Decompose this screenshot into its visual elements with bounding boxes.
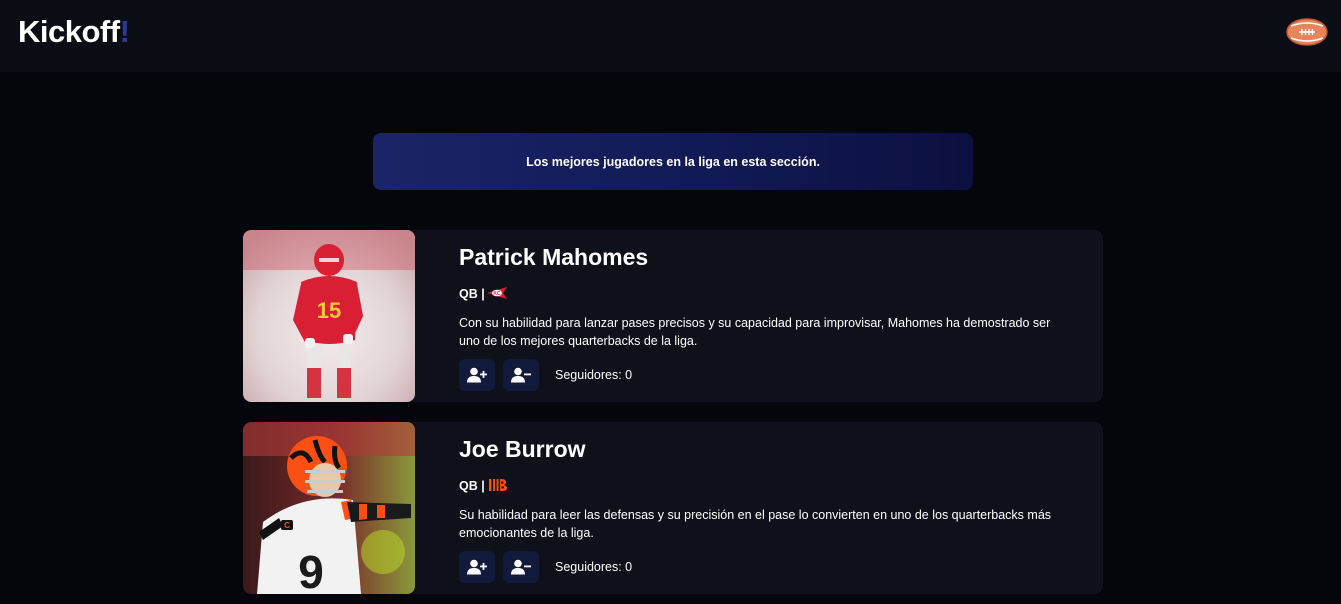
player-card: C 9 Joe Burrow QB | Su habilidad para le… [243, 422, 1103, 594]
svg-text:C: C [284, 521, 290, 530]
player-name: Patrick Mahomes [459, 244, 649, 270]
intro-banner: Los mejores jugadores en la liga en esta… [373, 133, 973, 190]
followers-count: Seguidores: 0 [555, 560, 633, 574]
unfollow-button[interactable] [503, 359, 539, 391]
top-navbar: Kickoff! [0, 0, 1341, 72]
player-position: QB | [459, 479, 485, 493]
player-name: Joe Burrow [459, 436, 586, 462]
player-position: QB | [459, 287, 485, 301]
player-position-row: QB | KC [459, 286, 508, 302]
user-plus-icon [467, 367, 487, 383]
chiefs-arrowhead-icon: KC [486, 286, 508, 303]
jersey-number: 9 [298, 546, 324, 594]
player-photo: 15 [243, 230, 415, 402]
brand-logo[interactable]: Kickoff! [18, 14, 130, 50]
football-icon[interactable] [1286, 18, 1328, 46]
bengals-b-icon [486, 478, 508, 495]
user-plus-icon [467, 559, 487, 575]
jersey-number: 15 [317, 298, 341, 323]
unfollow-button[interactable] [503, 551, 539, 583]
followers-count: Seguidores: 0 [555, 368, 633, 382]
follow-button[interactable] [459, 359, 495, 391]
brand-name: Kickoff [18, 14, 120, 49]
player-photo: C 9 [243, 422, 415, 594]
player-position-row: QB | [459, 478, 508, 494]
player-card: 15 Patrick Mahomes QB | KC Con su habili… [243, 230, 1103, 402]
banner-text: Los mejores jugadores en la liga en esta… [526, 154, 820, 169]
svg-text:KC: KC [493, 291, 501, 297]
player-description: Con su habilidad para lanzar pases preci… [459, 316, 1051, 348]
user-minus-icon [511, 367, 531, 383]
user-minus-icon [511, 559, 531, 575]
brand-exclamation: ! [119, 14, 130, 49]
follow-button[interactable] [459, 551, 495, 583]
player-description: Su habilidad para leer las defensas y su… [459, 508, 1052, 540]
